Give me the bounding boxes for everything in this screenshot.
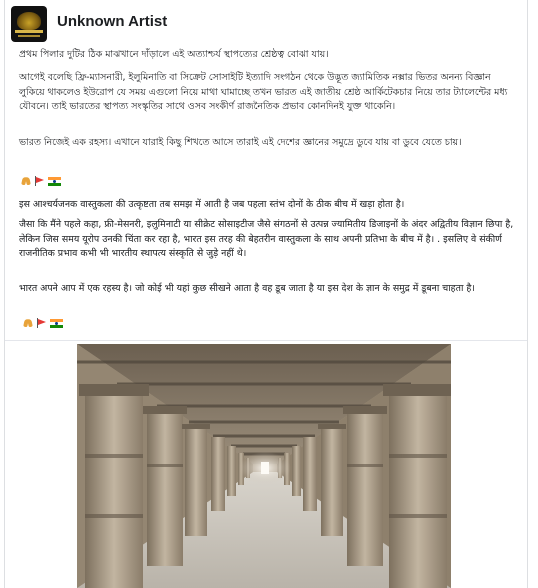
folded-hands-icon	[21, 176, 32, 186]
folded-hands-icon	[23, 318, 34, 328]
triangular-flag-icon	[34, 176, 46, 186]
post-card: Unknown Artist প্রথম পিলার দুটির ঠিক মাঝ…	[4, 0, 528, 588]
post-paragraph: इस आश्चर्यजनक वास्तुकला की उत्कृष्टता तब…	[19, 199, 405, 210]
india-flag-icon	[48, 176, 61, 186]
post-paragraph: আগেই বলেছি ফ্রি-ম্যাসনারী, ইলুমিনাতি বা …	[19, 72, 508, 113]
post-photo[interactable]	[77, 344, 451, 588]
divider	[5, 340, 527, 341]
post-paragraph: প্রথম পিলার দুটির ঠিক মাঝখানে দাঁড়ালে এ…	[19, 49, 329, 60]
triangular-flag-icon	[36, 318, 48, 328]
india-flag-icon	[50, 318, 63, 328]
emoji-row	[21, 176, 61, 186]
page-avatar-icon[interactable]	[11, 6, 47, 42]
corridor-image	[77, 344, 451, 588]
author-name[interactable]: Unknown Artist	[57, 13, 167, 30]
emoji-row	[23, 318, 63, 328]
post-paragraph: भारत अपने आप में एक रहस्य है। जो कोई भी …	[19, 283, 475, 294]
post-paragraph: जैसा कि मैंने पहले कहा, फ्री-मेसनरी, इलु…	[19, 219, 514, 260]
page-scrollbar[interactable]	[528, 0, 538, 588]
post-paragraph: ভারত নিজেই এক রহস্য। এখানে যারাই কিছু শি…	[19, 137, 462, 148]
post-header: Unknown Artist	[5, 0, 527, 44]
